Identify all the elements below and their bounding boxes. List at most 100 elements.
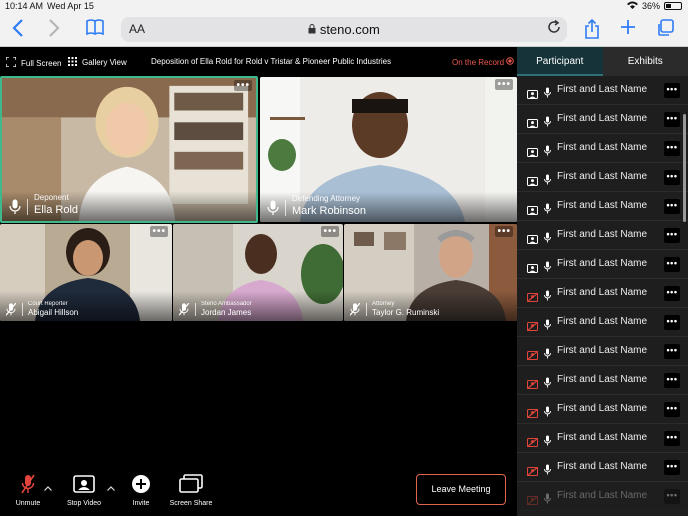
participant-row[interactable]: First and Last Name •••	[517, 76, 688, 105]
microphone-icon	[544, 143, 551, 156]
audio-options-caret[interactable]	[44, 483, 52, 494]
unmute-button[interactable]: Unmute	[12, 473, 44, 507]
participant-more-button[interactable]: •••	[664, 315, 680, 330]
participant-name: First and Last Name	[557, 142, 648, 153]
tile-more-button[interactable]: •••	[234, 80, 252, 91]
participant-row[interactable]: First and Last Name •••	[517, 163, 688, 192]
participant-more-button[interactable]: •••	[664, 112, 680, 127]
video-on-icon	[527, 231, 538, 244]
muted-microphone-icon	[178, 302, 190, 316]
participant-more-button[interactable]: •••	[664, 373, 680, 388]
grid-icon	[68, 57, 77, 68]
participant-more-button[interactable]: •••	[664, 83, 680, 98]
gallery-view-button[interactable]: Gallery View	[68, 57, 127, 68]
participant-more-button[interactable]: •••	[664, 460, 680, 475]
participant-row[interactable]: First and Last Name •••	[517, 453, 688, 482]
participant-more-button[interactable]: •••	[664, 257, 680, 272]
panel-tabs: Participant Exhibits	[517, 47, 688, 76]
tile-more-button[interactable]: •••	[321, 226, 339, 237]
screen-share-button[interactable]: Screen Share	[166, 473, 216, 507]
video-camera-icon	[64, 473, 104, 495]
participant-row[interactable]: First and Last Name •••	[517, 279, 688, 308]
stop-video-button[interactable]: Stop Video	[64, 473, 104, 507]
participant-list: First and Last Name ••• First and Last Nam…	[517, 76, 688, 511]
participant-row[interactable]: First and Last Name •••	[517, 105, 688, 134]
tabs-icon[interactable]	[656, 19, 674, 41]
participant-name: First and Last Name	[557, 345, 648, 356]
back-icon[interactable]	[12, 19, 24, 41]
participant-row[interactable]: First and Last Name •••	[517, 482, 688, 511]
participant-name: First and Last Name	[557, 461, 648, 472]
participant-name: Ella Rold	[34, 204, 79, 216]
participant-row[interactable]: First and Last Name •••	[517, 366, 688, 395]
participant-row[interactable]: First and Last Name •••	[517, 221, 688, 250]
tab-exhibits[interactable]: Exhibits	[603, 47, 688, 76]
participant-name: Abigail Hillson	[28, 308, 79, 317]
participant-row[interactable]: First and Last Name •••	[517, 250, 688, 279]
record-status: On the Record	[452, 57, 515, 67]
participant-row[interactable]: First and Last Name •••	[517, 337, 688, 366]
participant-more-button[interactable]: •••	[664, 286, 680, 301]
muted-microphone-icon	[5, 302, 17, 316]
video-on-icon	[527, 260, 538, 273]
participant-more-button[interactable]: •••	[664, 344, 680, 359]
participant-more-button[interactable]: •••	[664, 489, 680, 504]
participant-row[interactable]: First and Last Name •••	[517, 134, 688, 163]
forward-icon[interactable]	[48, 19, 60, 41]
participant-row[interactable]: First and Last Name •••	[517, 424, 688, 453]
participant-panel: Participant Exhibits First and Last Name…	[517, 47, 688, 516]
address-bar[interactable]: AA steno.com	[121, 17, 567, 42]
video-on-icon	[527, 115, 538, 128]
reload-icon[interactable]	[547, 19, 561, 38]
participant-name: Mark Robinson	[292, 205, 366, 217]
participant-row[interactable]: First and Last Name •••	[517, 395, 688, 424]
participant-list-scrollbar[interactable]	[683, 114, 686, 222]
participant-more-button[interactable]: •••	[664, 402, 680, 417]
video-tile-defending-attorney[interactable]: ••• Defending Attorney Mark Robinson	[260, 77, 517, 222]
participant-row[interactable]: First and Last Name •••	[517, 308, 688, 337]
participant-role: Court Reporter	[28, 301, 68, 307]
tile-more-button[interactable]: •••	[150, 226, 168, 237]
browser-toolbar: AA steno.com	[0, 13, 688, 47]
tile-more-button[interactable]: •••	[495, 226, 513, 237]
muted-microphone-icon	[12, 473, 44, 495]
microphone-icon	[544, 317, 551, 330]
participant-row[interactable]: First and Last Name •••	[517, 192, 688, 221]
microphone-icon	[544, 346, 551, 359]
participant-more-button[interactable]: •••	[664, 228, 680, 243]
meeting-controls: Unmute Stop Video Invite Screen Share Le	[0, 467, 517, 516]
video-tile-attorney[interactable]: ••• Attorney Taylor G. Ruminski	[344, 224, 517, 321]
full-screen-label: Full Screen	[21, 58, 62, 68]
full-screen-button[interactable]: Full Screen	[5, 56, 62, 69]
tab-participant[interactable]: Participant	[517, 47, 603, 76]
participant-name: First and Last Name	[557, 113, 648, 124]
battery-percent: 36%	[641, 1, 660, 11]
new-tab-icon[interactable]	[620, 19, 636, 39]
video-off-icon	[526, 376, 539, 390]
video-off-icon	[526, 463, 539, 477]
video-tile-court-reporter[interactable]: ••• Court Reporter Abigail Hillson	[0, 224, 172, 321]
bookmarks-icon[interactable]	[86, 19, 104, 39]
leave-meeting-button[interactable]: Leave Meeting	[416, 474, 506, 505]
participant-more-button[interactable]: •••	[664, 431, 680, 446]
participant-more-button[interactable]: •••	[664, 199, 680, 214]
invite-label: Invite	[132, 500, 150, 507]
participant-more-button[interactable]: •••	[664, 141, 680, 156]
wifi-icon	[626, 1, 638, 11]
participant-name: Jordan James	[201, 308, 252, 317]
participant-more-button[interactable]: •••	[664, 170, 680, 185]
share-icon[interactable]	[584, 18, 600, 43]
meeting-topbar: Full Screen Gallery View Deposition of E…	[0, 47, 517, 75]
video-options-caret[interactable]	[107, 483, 115, 494]
video-tile-deponent[interactable]: ••• Deponent Ella Rold	[0, 76, 258, 223]
microphone-icon	[544, 433, 551, 446]
microphone-icon	[544, 491, 551, 504]
participant-role: Attorney	[372, 301, 395, 307]
tile-more-button[interactable]: •••	[495, 79, 513, 90]
video-tile-steno-ambassador[interactable]: ••• Steno Ambassador Jordan James	[173, 224, 343, 321]
participant-name: First and Last Name	[557, 229, 648, 240]
microphone-icon	[544, 114, 551, 127]
meeting-area: Full Screen Gallery View Deposition of E…	[0, 47, 517, 516]
invite-button[interactable]: Invite	[126, 473, 156, 507]
participant-role: Steno Ambassador	[201, 301, 252, 307]
